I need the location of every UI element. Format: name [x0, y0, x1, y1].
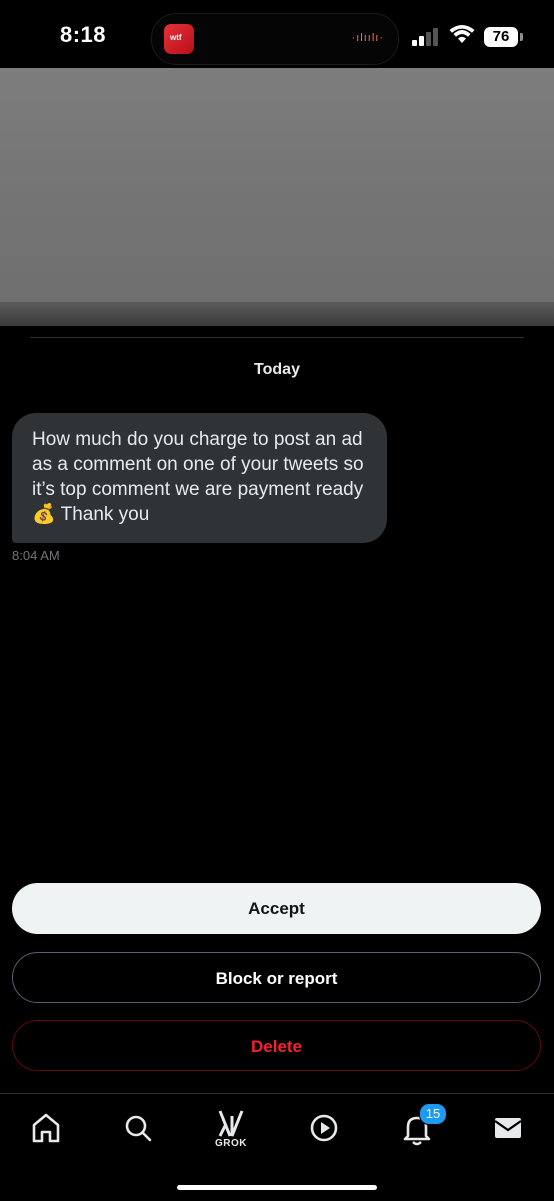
grok-label: GROK	[215, 1138, 247, 1149]
wifi-icon	[449, 25, 475, 43]
delete-button[interactable]: Delete	[12, 1020, 541, 1071]
home-indicator[interactable]	[177, 1185, 377, 1190]
search-icon[interactable]	[118, 1108, 158, 1148]
message-timestamp: 8:04 AM	[12, 548, 60, 563]
play-icon[interactable]	[304, 1108, 344, 1148]
image-rail	[0, 302, 554, 326]
mail-icon[interactable]	[488, 1108, 528, 1148]
image-preview[interactable]	[0, 68, 554, 326]
notifications-badge: 15	[419, 1103, 447, 1125]
app-icon: wtf	[164, 24, 194, 54]
accept-button[interactable]: Accept	[12, 883, 541, 934]
date-separator: Today	[254, 361, 300, 378]
block-or-report-button[interactable]: Block or report	[12, 952, 541, 1003]
grok-icon[interactable]: GROK	[211, 1108, 251, 1149]
battery-level: 76	[484, 27, 518, 47]
message-text: How much do you charge to post an ad as …	[32, 429, 364, 525]
audio-wave-icon: ·ılıılı·	[351, 32, 384, 44]
status-bar: 8:18 wtf ·ılıılı· 76	[0, 0, 554, 68]
divider	[30, 337, 524, 338]
message-bubble[interactable]: How much do you charge to post an ad as …	[12, 413, 387, 543]
dynamic-island[interactable]: wtf ·ılıılı·	[151, 13, 399, 65]
status-time: 8:18	[60, 22, 107, 47]
home-icon[interactable]	[26, 1108, 66, 1148]
cellular-signal-icon	[412, 28, 440, 46]
battery-tip	[520, 33, 523, 41]
